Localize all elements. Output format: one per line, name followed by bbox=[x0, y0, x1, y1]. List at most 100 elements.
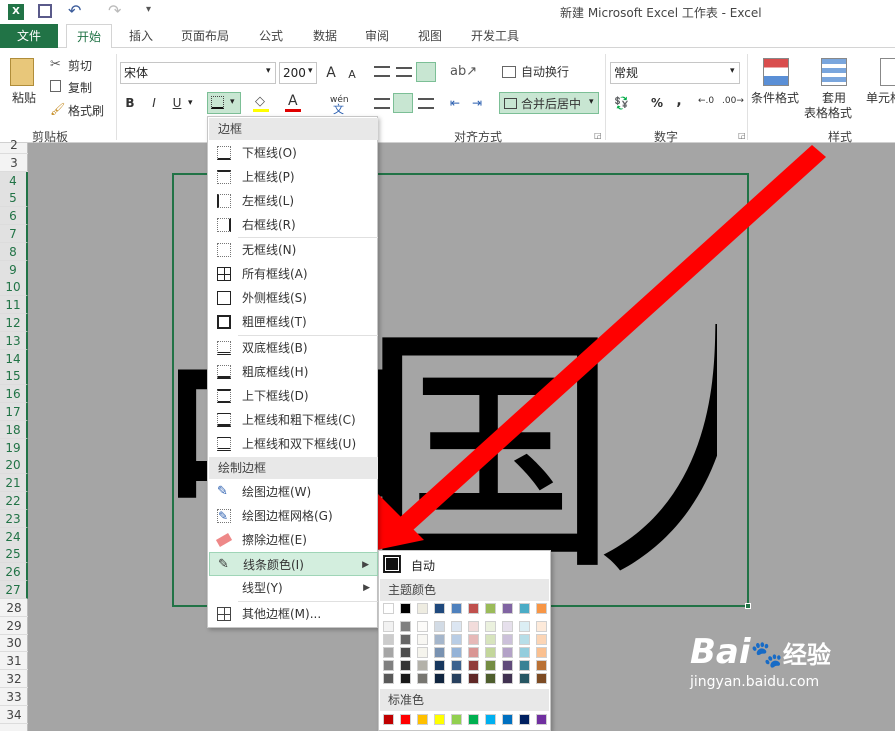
theme-shade-swatch[interactable] bbox=[400, 660, 411, 671]
automatic-color-label[interactable]: 自动 bbox=[411, 557, 435, 574]
standard-color-swatch[interactable] bbox=[451, 714, 462, 725]
theme-shade-swatch[interactable] bbox=[400, 621, 411, 632]
theme-shade-swatch[interactable] bbox=[468, 660, 479, 671]
theme-shade-swatch[interactable] bbox=[485, 660, 496, 671]
standard-color-swatch[interactable] bbox=[434, 714, 445, 725]
theme-shade-swatch[interactable] bbox=[519, 673, 530, 684]
theme-shade-swatch[interactable] bbox=[383, 621, 394, 632]
all-borders-icon bbox=[217, 267, 231, 281]
theme-color-swatch[interactable] bbox=[400, 603, 411, 614]
menu-item-line-color[interactable]: ✎ 线条颜色(I) ▶ bbox=[209, 552, 378, 576]
menu-item-draw-border-grid[interactable]: ✎ 绘图边框网格(G) bbox=[209, 504, 378, 528]
menu-item-right-border[interactable]: 右框线(R) bbox=[209, 213, 378, 237]
menu-item-top-thick-bottom[interactable]: 上框线和粗下框线(C) bbox=[209, 408, 378, 432]
outside-borders-icon bbox=[217, 291, 231, 305]
theme-shade-swatch[interactable] bbox=[468, 621, 479, 632]
theme-shade-swatch[interactable] bbox=[536, 647, 547, 658]
theme-shade-swatch[interactable] bbox=[451, 634, 462, 645]
theme-shade-swatch[interactable] bbox=[383, 660, 394, 671]
theme-shade-swatch[interactable] bbox=[468, 634, 479, 645]
menu-item-top-double-bottom[interactable]: 上框线和双下框线(U) bbox=[209, 432, 378, 456]
theme-shade-swatch[interactable] bbox=[400, 673, 411, 684]
theme-shade-swatch[interactable] bbox=[502, 634, 513, 645]
standard-color-swatch[interactable] bbox=[400, 714, 411, 725]
standard-color-swatch[interactable] bbox=[417, 714, 428, 725]
theme-color-swatch[interactable] bbox=[536, 603, 547, 614]
theme-shade-swatch[interactable] bbox=[502, 621, 513, 632]
theme-shade-swatch[interactable] bbox=[519, 634, 530, 645]
eraser-icon bbox=[215, 533, 233, 547]
theme-shade-swatch[interactable] bbox=[434, 647, 445, 658]
theme-shade-swatch[interactable] bbox=[485, 673, 496, 684]
menu-item-erase-border[interactable]: 擦除边框(E) bbox=[209, 528, 378, 552]
theme-shade-swatch[interactable] bbox=[400, 634, 411, 645]
watermark-brand: Bai bbox=[690, 632, 751, 672]
theme-shade-swatch[interactable] bbox=[434, 621, 445, 632]
watermark-url: jingyan.baidu.com bbox=[690, 674, 820, 690]
theme-shade-swatch[interactable] bbox=[417, 621, 428, 632]
theme-shade-swatch[interactable] bbox=[417, 647, 428, 658]
standard-color-swatch[interactable] bbox=[519, 714, 530, 725]
menu-item-bottom-border[interactable]: 下框线(O) bbox=[209, 141, 378, 165]
theme-color-swatch[interactable] bbox=[451, 603, 462, 614]
theme-shade-swatch[interactable] bbox=[468, 673, 479, 684]
theme-shade-swatch[interactable] bbox=[502, 660, 513, 671]
theme-shade-swatch[interactable] bbox=[468, 647, 479, 658]
theme-color-swatch[interactable] bbox=[417, 603, 428, 614]
theme-shade-swatch[interactable] bbox=[383, 634, 394, 645]
menu-item-left-border[interactable]: 左框线(L) bbox=[209, 189, 378, 213]
theme-shade-swatch[interactable] bbox=[519, 660, 530, 671]
theme-shade-swatch[interactable] bbox=[417, 634, 428, 645]
menu-item-top-bottom[interactable]: 上下框线(D) bbox=[209, 384, 378, 408]
top-bottom-border-icon bbox=[217, 389, 231, 403]
theme-shade-swatch[interactable] bbox=[536, 673, 547, 684]
theme-shade-swatch[interactable] bbox=[519, 647, 530, 658]
standard-color-swatch[interactable] bbox=[536, 714, 547, 725]
standard-color-swatch[interactable] bbox=[502, 714, 513, 725]
theme-shade-swatch[interactable] bbox=[519, 621, 530, 632]
menu-item-all-borders[interactable]: 所有框线(A) bbox=[209, 262, 378, 286]
theme-shade-swatch[interactable] bbox=[502, 673, 513, 684]
theme-shade-swatch[interactable] bbox=[485, 634, 496, 645]
theme-shade-swatch[interactable] bbox=[536, 621, 547, 632]
theme-shade-swatch[interactable] bbox=[485, 621, 496, 632]
theme-color-swatch[interactable] bbox=[383, 603, 394, 614]
theme-color-swatch[interactable] bbox=[502, 603, 513, 614]
theme-shade-swatch[interactable] bbox=[417, 673, 428, 684]
left-border-icon bbox=[217, 194, 231, 208]
theme-shade-swatch[interactable] bbox=[451, 660, 462, 671]
theme-color-swatch[interactable] bbox=[434, 603, 445, 614]
theme-shade-swatch[interactable] bbox=[434, 660, 445, 671]
menu-item-top-border[interactable]: 上框线(P) bbox=[209, 165, 378, 189]
standard-color-swatch[interactable] bbox=[383, 714, 394, 725]
theme-shade-swatch[interactable] bbox=[536, 634, 547, 645]
theme-shade-swatch[interactable] bbox=[536, 660, 547, 671]
theme-shade-swatch[interactable] bbox=[383, 673, 394, 684]
theme-shade-swatch[interactable] bbox=[383, 647, 394, 658]
standard-color-swatch[interactable] bbox=[485, 714, 496, 725]
theme-shade-swatch[interactable] bbox=[417, 660, 428, 671]
theme-shade-swatch[interactable] bbox=[485, 647, 496, 658]
theme-shade-swatch[interactable] bbox=[434, 634, 445, 645]
menu-item-double-bottom[interactable]: 双底框线(B) bbox=[209, 336, 378, 360]
menu-item-thick-bottom[interactable]: 粗底框线(H) bbox=[209, 360, 378, 384]
theme-color-swatch[interactable] bbox=[485, 603, 496, 614]
menu-item-draw-border[interactable]: ✎ 绘图边框(W) bbox=[209, 480, 378, 504]
theme-shade-swatch[interactable] bbox=[502, 647, 513, 658]
theme-shade-swatch[interactable] bbox=[451, 647, 462, 658]
menu-item-outside-borders[interactable]: 外侧框线(S) bbox=[209, 286, 378, 310]
menu-item-line-style[interactable]: 线型(Y) ▶ bbox=[209, 576, 378, 600]
theme-colors-header: 主题颜色 bbox=[380, 579, 549, 601]
double-bottom-border-icon bbox=[217, 341, 231, 355]
theme-color-swatch[interactable] bbox=[519, 603, 530, 614]
standard-color-swatch[interactable] bbox=[468, 714, 479, 725]
theme-shade-swatch[interactable] bbox=[451, 621, 462, 632]
automatic-color-swatch[interactable] bbox=[383, 555, 401, 573]
theme-shade-swatch[interactable] bbox=[451, 673, 462, 684]
theme-color-swatch[interactable] bbox=[468, 603, 479, 614]
menu-item-thick-box-border[interactable]: 粗匣框线(T) bbox=[209, 310, 378, 334]
menu-item-no-border[interactable]: 无框线(N) bbox=[209, 238, 378, 262]
theme-shade-swatch[interactable] bbox=[434, 673, 445, 684]
menu-item-more-borders[interactable]: 其他边框(M)... bbox=[209, 602, 378, 626]
theme-shade-swatch[interactable] bbox=[400, 647, 411, 658]
